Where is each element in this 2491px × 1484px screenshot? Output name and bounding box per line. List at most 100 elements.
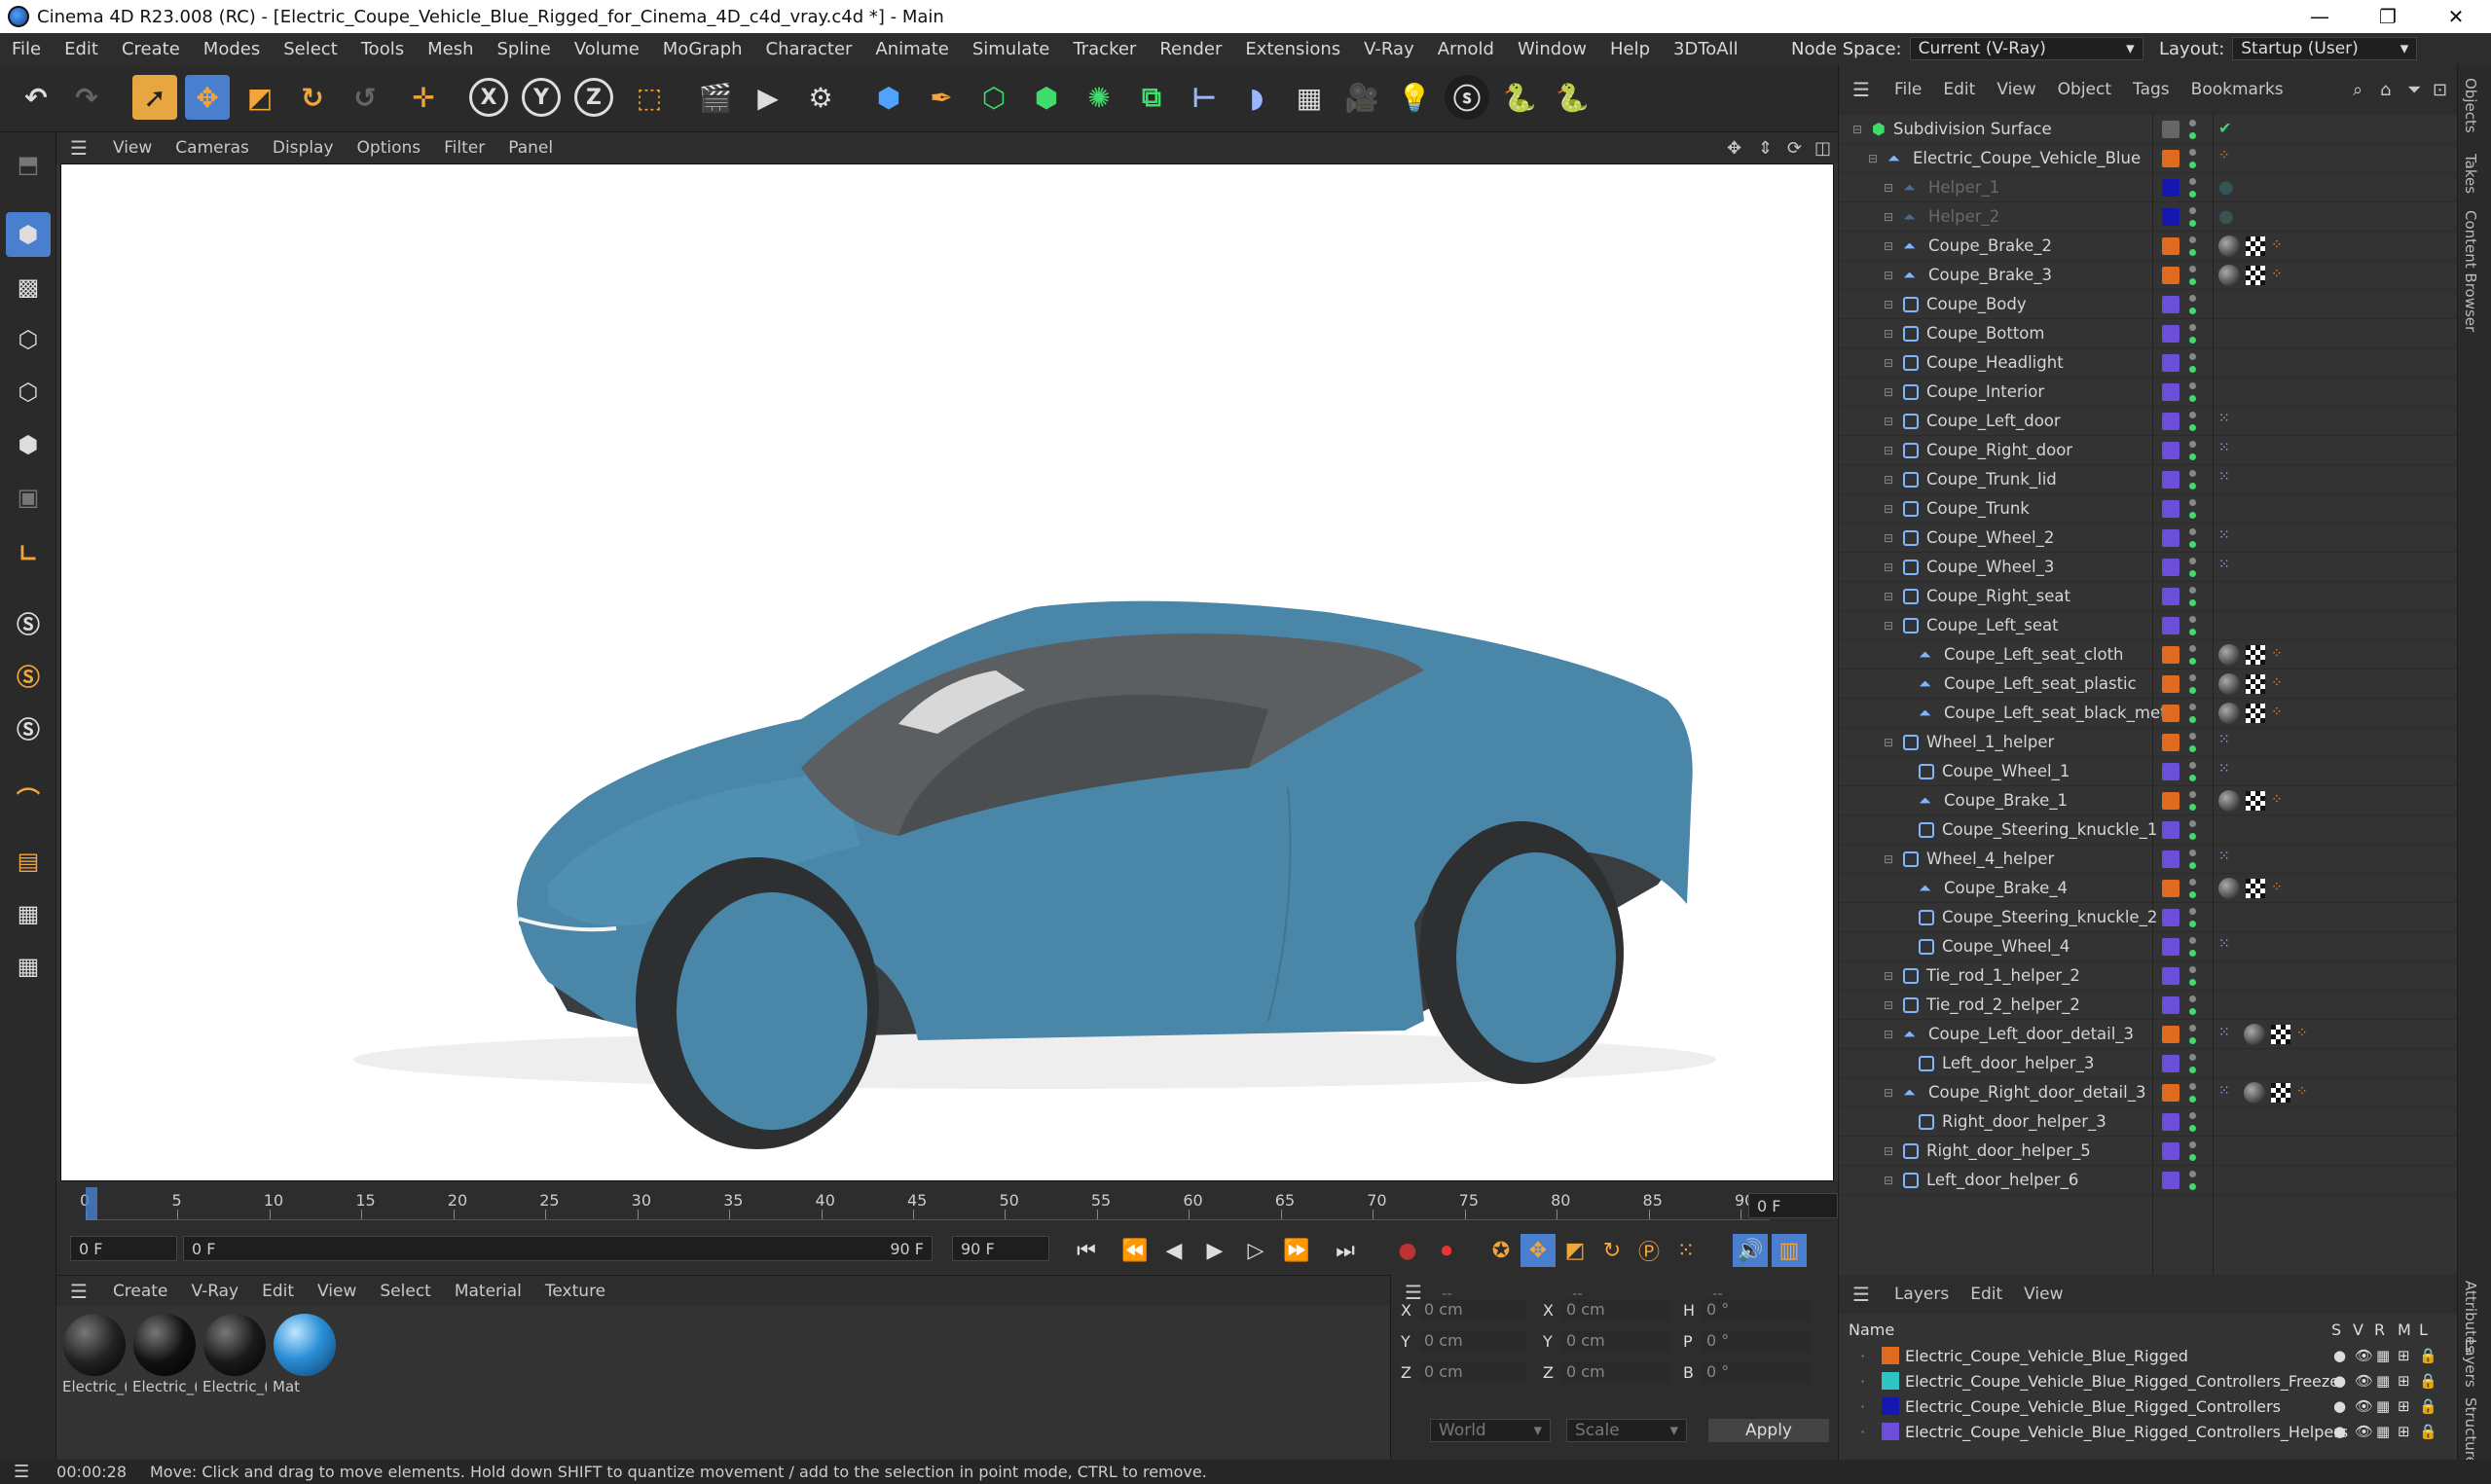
menu-character[interactable]: Character xyxy=(754,39,864,59)
lock-toggle-icon[interactable]: 🔒 xyxy=(2419,1372,2437,1390)
layer-color-swatch[interactable] xyxy=(2162,296,2180,313)
end-frame-field[interactable]: 90 F xyxy=(952,1236,1049,1261)
xpresso-tag-icon[interactable]: ⁙ xyxy=(2218,936,2238,956)
menu-simulate[interactable]: Simulate xyxy=(961,39,1062,59)
light-icon[interactable]: 💡 xyxy=(1392,75,1437,120)
dolly-icon[interactable]: ⇕ xyxy=(1758,138,1773,159)
visibility-toggle[interactable] xyxy=(2189,966,2197,986)
object-row[interactable]: ⊟ ⏶ Electric_Coupe_Vehicle_Blue ⁘ xyxy=(1839,144,2458,173)
layer-color-swatch[interactable] xyxy=(2162,150,2180,167)
layer-color-swatch[interactable] xyxy=(2162,792,2180,810)
vertex-map-tag-icon[interactable]: ⁘ xyxy=(2271,675,2289,693)
coordinate-tool-icon[interactable]: ✛ xyxy=(401,75,446,120)
current-frame-field[interactable]: 0 F xyxy=(1748,1193,1838,1218)
object-row[interactable]: ⊟ ⏶ Coupe_Left_door_detail_3 ⁙ ⁘ xyxy=(1839,1020,2458,1049)
object-row[interactable]: Coupe_Wheel_4 ⁙ xyxy=(1839,932,2458,961)
layer-color-swatch[interactable] xyxy=(2162,617,2180,634)
object-row[interactable]: ⊟ Coupe_Headlight xyxy=(1839,348,2458,378)
edit-toggle-icon[interactable] xyxy=(2162,121,2180,138)
uvw-tag-icon[interactable] xyxy=(2271,1083,2290,1103)
object-row[interactable]: ⊟ ⬢ Subdivision Surface ✔ xyxy=(1839,115,2458,144)
visibility-toggle[interactable] xyxy=(2189,120,2197,139)
vertex-map-tag-icon[interactable]: ⁘ xyxy=(2271,880,2289,897)
vertex-map-tag-icon[interactable]: ⁘ xyxy=(2271,237,2289,255)
uvw-tag-icon[interactable] xyxy=(2246,791,2265,811)
layer-color-swatch[interactable] xyxy=(2162,675,2180,693)
visibility-toggle[interactable] xyxy=(2189,441,2197,460)
layout-dropdown[interactable]: Startup (User) ▾ xyxy=(2232,37,2418,60)
layer-menu-view[interactable]: View xyxy=(2013,1285,2073,1304)
expand-icon[interactable]: ⊟ xyxy=(1884,998,1895,1012)
expand-icon[interactable]: ⊟ xyxy=(1868,152,1880,165)
viewport-menu-cameras[interactable]: Cameras xyxy=(164,138,261,158)
material-tag-icon[interactable] xyxy=(2218,878,2240,899)
field-icon[interactable]: ◗ xyxy=(1234,75,1279,120)
object-row[interactable]: ⊟ Coupe_Wheel_2 ⁙ xyxy=(1839,524,2458,553)
object-row[interactable]: Left_door_helper_3 xyxy=(1839,1049,2458,1078)
visibility-toggle[interactable] xyxy=(2189,499,2197,519)
render-toggle-icon[interactable]: ▦ xyxy=(2376,1372,2390,1390)
object-row[interactable]: Right_door_helper_3 xyxy=(1839,1107,2458,1137)
material-swatch[interactable]: Electric_( xyxy=(62,1314,127,1395)
next-frame-icon[interactable]: ▷ xyxy=(1238,1234,1273,1267)
render-toggle-icon[interactable]: ▦ xyxy=(2376,1397,2390,1415)
menu-edit[interactable]: Edit xyxy=(53,39,110,59)
expand-icon[interactable]: ⊟ xyxy=(1884,1086,1895,1100)
layer-color-swatch[interactable] xyxy=(2162,325,2180,343)
material-menu-edit[interactable]: Edit xyxy=(250,1282,306,1301)
expand-icon[interactable]: ⊟ xyxy=(1852,123,1864,136)
vertex-map-tag-icon[interactable]: ⁘ xyxy=(2271,792,2289,810)
layer-color-swatch[interactable] xyxy=(2162,588,2180,605)
material-tag-icon[interactable]: ● xyxy=(2218,177,2234,198)
right-tab-content-browser[interactable]: Content Browser xyxy=(2462,210,2479,332)
layer-color-swatch[interactable] xyxy=(2162,179,2180,197)
layer-color-swatch[interactable] xyxy=(2162,938,2180,956)
manager-toggle-icon[interactable]: ⊞ xyxy=(2398,1347,2411,1364)
layer-menu-layers[interactable]: Layers xyxy=(1884,1285,1960,1304)
layer-color-swatch[interactable] xyxy=(2162,559,2180,576)
object-row[interactable]: Coupe_Steering_knuckle_1 xyxy=(1839,815,2458,845)
solo-toggle-icon[interactable]: ● xyxy=(2333,1372,2347,1390)
layer-color-swatch[interactable] xyxy=(2162,705,2180,722)
visibility-toggle[interactable] xyxy=(2189,645,2197,665)
object-row[interactable]: ⊟ Right_door_helper_5 xyxy=(1839,1137,2458,1166)
layer-color-swatch[interactable] xyxy=(1882,1423,1899,1440)
menu-spline[interactable]: Spline xyxy=(485,39,562,59)
layer-color-swatch[interactable] xyxy=(2162,1055,2180,1072)
material-menu-texture[interactable]: Texture xyxy=(533,1282,617,1301)
visibility-toggle[interactable] xyxy=(2189,1141,2197,1161)
mograph-icon[interactable]: ⧉ xyxy=(1129,75,1174,120)
layer-color-swatch[interactable] xyxy=(2162,383,2180,401)
right-tab-takes[interactable]: Takes xyxy=(2462,154,2479,194)
vertex-map-tag-icon[interactable]: ⁘ xyxy=(2271,705,2289,722)
layer-color-swatch[interactable] xyxy=(2162,1113,2180,1131)
render-region-icon[interactable]: 🎬 xyxy=(693,75,738,120)
vray-icon[interactable]: ⓢ xyxy=(1445,75,1489,120)
auto-key-icon[interactable]: ⏺ xyxy=(1429,1234,1464,1267)
snap-settings-icon[interactable]: Ⓢ xyxy=(6,652,51,697)
visible-toggle-icon[interactable]: 👁 xyxy=(2355,1423,2373,1440)
workplane-icon[interactable]: ▤ xyxy=(6,839,51,884)
vertex-map-tag-icon[interactable]: ⁘ xyxy=(2296,1026,2314,1043)
python-icon[interactable]: 🐍 xyxy=(1497,75,1542,120)
expand-icon[interactable]: ⊟ xyxy=(1884,210,1895,224)
previous-frame-icon[interactable]: ◀ xyxy=(1156,1234,1191,1267)
object-menu-object[interactable]: Object xyxy=(2047,80,2122,99)
xpresso-tag-icon[interactable]: ⁙ xyxy=(2218,732,2238,751)
coordinate-value-field[interactable]: 0 ° xyxy=(1703,1361,1810,1383)
key-scale-icon[interactable]: ◩ xyxy=(1557,1234,1593,1267)
visibility-toggle[interactable] xyxy=(2189,1054,2197,1073)
go-to-end-icon[interactable]: ⏭ xyxy=(1328,1234,1363,1267)
viewport-menu-display[interactable]: Display xyxy=(261,138,346,158)
menu-help[interactable]: Help xyxy=(1598,39,1662,59)
redo-icon[interactable]: ↷ xyxy=(64,75,109,120)
extrude-icon[interactable]: ⬢ xyxy=(1024,75,1069,120)
sound-icon[interactable]: 🔊 xyxy=(1733,1234,1768,1267)
layer-color-swatch[interactable] xyxy=(2162,851,2180,868)
object-row[interactable]: ⊟ Wheel_1_helper ⁙ xyxy=(1839,728,2458,757)
object-row[interactable]: ⊟ Coupe_Left_door ⁙ xyxy=(1839,407,2458,436)
object-row[interactable]: ⏶ Coupe_Left_seat_cloth ⁘ xyxy=(1839,640,2458,670)
menu-mesh[interactable]: Mesh xyxy=(416,39,485,59)
object-row[interactable]: ⊟ Coupe_Body xyxy=(1839,290,2458,319)
expand-icon[interactable]: ⊟ xyxy=(1884,619,1895,633)
